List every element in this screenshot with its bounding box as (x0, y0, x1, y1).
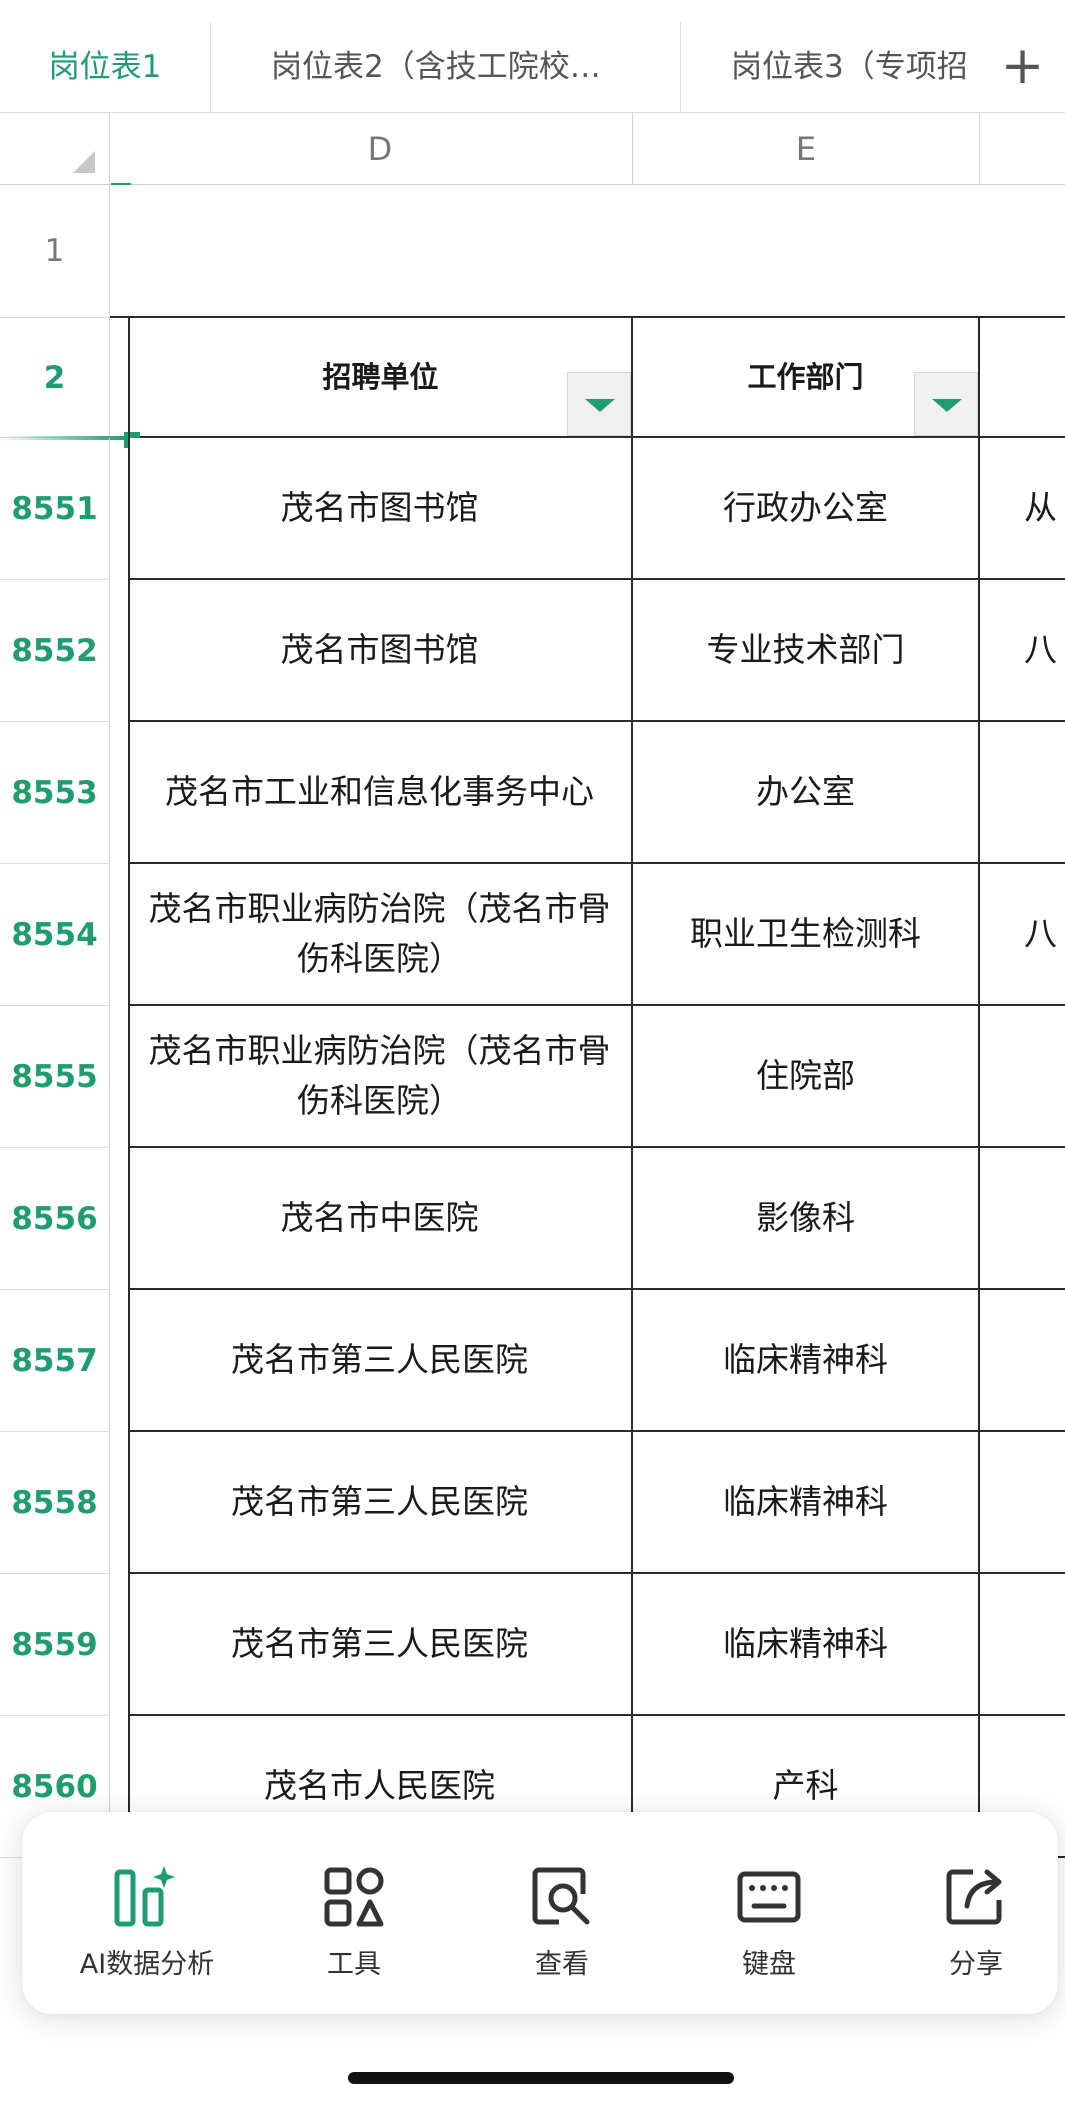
corner-triangle-icon (73, 151, 95, 173)
cell-f[interactable] (980, 722, 1065, 864)
view-button[interactable]: 查看 (472, 1864, 652, 1984)
row-1-cells[interactable] (110, 185, 1065, 318)
cell-unit[interactable]: 茂名市第三人民医院 (128, 1574, 633, 1716)
keyboard-button[interactable]: 键盘 (679, 1864, 859, 1984)
header-dept-label: 工作部门 (747, 360, 864, 394)
ai-analysis-button[interactable]: AI数据分析 (57, 1864, 237, 1984)
ai-analysis-icon (114, 1866, 175, 1927)
cell-dept[interactable]: 临床精神科 (633, 1574, 980, 1716)
cell-unit-text: 茂名市图书馆 (280, 630, 479, 669)
cell-dept-text: 影像科 (756, 1198, 855, 1237)
share-icon (946, 1869, 1002, 1925)
plus-icon[interactable]: + (980, 22, 1065, 112)
cell-dept-text: 产科 (772, 1766, 839, 1805)
row-header[interactable]: 8551 (0, 438, 110, 580)
filter-dropdown-icon[interactable] (914, 372, 978, 436)
row-header[interactable]: 8555 (0, 1006, 110, 1148)
tools-label: 工具 (327, 1949, 381, 1980)
cell-f[interactable]: 八 (980, 864, 1065, 1006)
keyboard-label: 键盘 (742, 1949, 796, 1980)
cell-unit[interactable]: 茂名市工业和信息化事务中心 (128, 722, 633, 864)
cell-dept[interactable]: 影像科 (633, 1148, 980, 1290)
view-search-icon (532, 1867, 590, 1925)
sheet-tab-bar: 岗位表1 岗位表2（含技工院校… 岗位表3（专项招 + (0, 0, 1065, 113)
cell-f[interactable] (980, 1148, 1065, 1290)
row-header[interactable]: 8557 (0, 1290, 110, 1432)
row-header[interactable]: 8552 (0, 580, 110, 722)
cell-dept-text: 行政办公室 (723, 488, 888, 527)
cell-unit[interactable]: 茂名市第三人民医院 (128, 1432, 633, 1574)
tools-grid-icon (324, 1867, 384, 1927)
cell-unit-text: 茂名市中医院 (280, 1198, 479, 1237)
cell-dept-text: 办公室 (756, 772, 855, 811)
row-header[interactable]: 8553 (0, 722, 110, 864)
sheet-tab-3[interactable]: 岗位表3（专项招 (680, 22, 980, 112)
tools-button[interactable]: 工具 (264, 1864, 444, 1984)
share-button[interactable]: 分享 (886, 1864, 1065, 1984)
view-label: 查看 (535, 1949, 589, 1980)
cell-unit[interactable]: 茂名市职业病防治院（茂名市骨伤科医院） (128, 864, 633, 1006)
header-cell-f[interactable] (980, 318, 1065, 438)
header-unit-label: 招聘单位 (322, 360, 439, 394)
column-header-d[interactable]: D (128, 113, 633, 185)
cell-unit[interactable]: 茂名市职业病防治院（茂名市骨伤科医院） (128, 1006, 633, 1148)
cell-dept-text: 专业技术部门 (706, 630, 905, 669)
cell-unit[interactable]: 茂名市中医院 (128, 1148, 633, 1290)
row-header[interactable]: 8559 (0, 1574, 110, 1716)
cell-unit-text: 茂名市职业病防治院（茂名市骨伤科医院） (148, 889, 611, 978)
cell-unit-text: 茂名市第三人民医院 (231, 1340, 528, 1379)
cell-f-text: 八 (1024, 914, 1057, 953)
row-header[interactable]: 8554 (0, 864, 110, 1006)
keyboard-icon (737, 1871, 801, 1923)
share-label: 分享 (949, 1949, 1003, 1980)
cell-unit[interactable]: 茂名市图书馆 (128, 438, 633, 580)
bottom-toolbar: AI数据分析 工具 查看 键盘 分享 (22, 1812, 1058, 2014)
row-header-2[interactable]: 2 (0, 318, 110, 438)
cell-dept-text: 职业卫生检测科 (690, 914, 921, 953)
row-header-1[interactable]: 1 (0, 185, 110, 318)
column-header-e[interactable]: E (633, 113, 980, 185)
spreadsheet-screen: 岗位表1 岗位表2（含技工院校… 岗位表3（专项招 + D E 1 2 招聘单位… (0, 0, 1065, 2109)
table-left-border (128, 318, 130, 1978)
cell-dept[interactable]: 职业卫生检测科 (633, 864, 980, 1006)
cell-dept[interactable]: 住院部 (633, 1006, 980, 1148)
cell-f[interactable] (980, 1574, 1065, 1716)
cell-dept-text: 临床精神科 (723, 1482, 888, 1521)
cell-f[interactable] (980, 1006, 1065, 1148)
cell-unit-text: 茂名市人民医院 (264, 1766, 495, 1805)
header-cell-unit[interactable]: 招聘单位 (128, 318, 633, 438)
cell-unit[interactable]: 茂名市第三人民医院 (128, 1290, 633, 1432)
sheet-tab-2[interactable]: 岗位表2（含技工院校… (210, 22, 680, 112)
cell-dept[interactable]: 办公室 (633, 722, 980, 864)
cell-f[interactable]: 从 (980, 438, 1065, 580)
cell-dept-text: 临床精神科 (723, 1624, 888, 1663)
cell-f[interactable]: 八 (980, 580, 1065, 722)
home-indicator (348, 2072, 734, 2084)
column-header-row: D E (0, 113, 1065, 187)
cell-unit-text: 茂名市工业和信息化事务中心 (165, 772, 594, 811)
row-header[interactable]: 8558 (0, 1432, 110, 1574)
cell-dept[interactable]: 临床精神科 (633, 1290, 980, 1432)
filter-dropdown-icon[interactable] (567, 372, 631, 436)
cell-unit-text: 茂名市图书馆 (280, 488, 479, 527)
cell-unit[interactable]: 茂名市图书馆 (128, 580, 633, 722)
cell-f-text: 从 (1024, 488, 1057, 527)
cell-dept[interactable]: 行政办公室 (633, 438, 980, 580)
cell-f-text: 八 (1024, 630, 1057, 669)
cell-unit-text: 茂名市第三人民医院 (231, 1624, 528, 1663)
cell-dept-text: 临床精神科 (723, 1340, 888, 1379)
cell-unit-text: 茂名市职业病防治院（茂名市骨伤科医院） (148, 1031, 611, 1120)
sheet-tab-1[interactable]: 岗位表1 (0, 22, 210, 112)
select-all-corner[interactable] (0, 113, 131, 187)
row-header[interactable]: 8556 (0, 1148, 110, 1290)
ai-analysis-label: AI数据分析 (79, 1949, 215, 1980)
cell-unit-text: 茂名市第三人民医院 (231, 1482, 528, 1521)
cell-dept[interactable]: 专业技术部门 (633, 580, 980, 722)
cell-dept-text: 住院部 (756, 1056, 855, 1095)
cell-f[interactable] (980, 1432, 1065, 1574)
cell-dept[interactable]: 临床精神科 (633, 1432, 980, 1574)
cell-f[interactable] (980, 1290, 1065, 1432)
